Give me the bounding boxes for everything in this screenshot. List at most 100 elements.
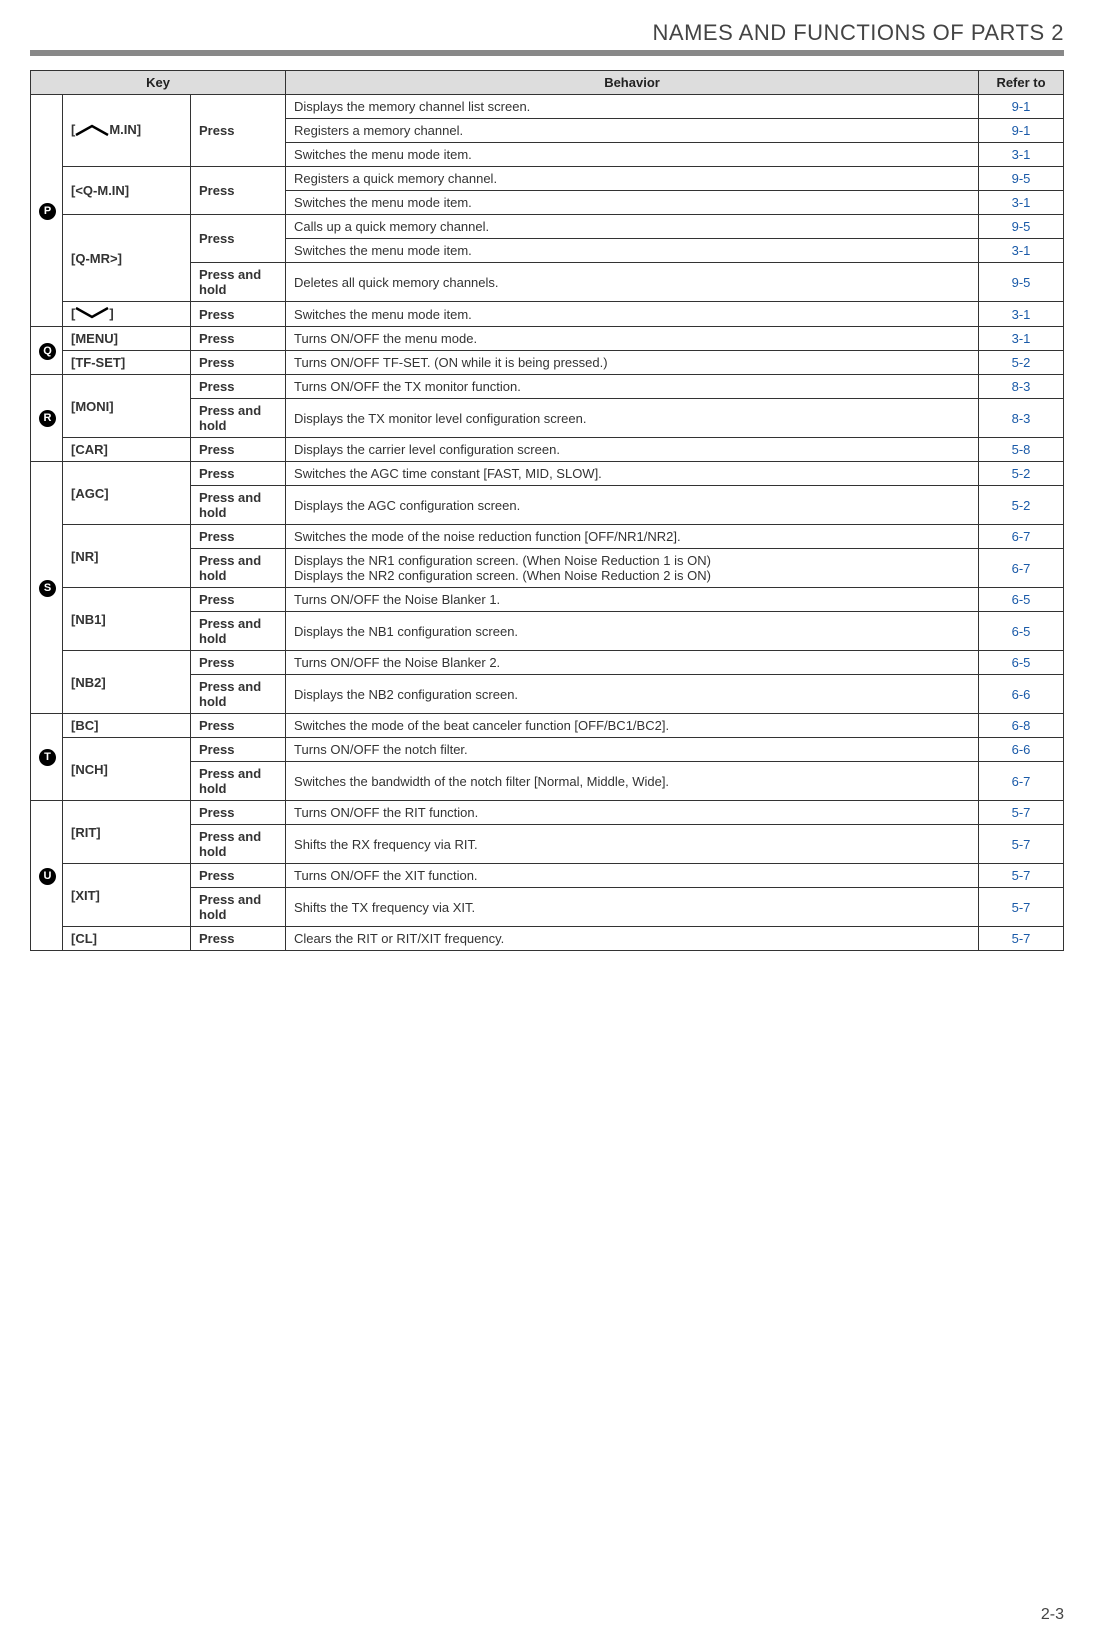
table-header-row: Key Behavior Refer to xyxy=(31,71,1064,95)
refer-link[interactable]: 6-6 xyxy=(979,675,1064,714)
behavior-cell: Deletes all quick memory channels. xyxy=(286,263,979,302)
key-label-cell: [NR] xyxy=(63,525,191,588)
key-label-cell: [AGC] xyxy=(63,462,191,525)
key-label-cell: [MONI] xyxy=(63,375,191,438)
behavior-cell: Switches the AGC time constant [FAST, MI… xyxy=(286,462,979,486)
behavior-cell: Turns ON/OFF the Noise Blanker 1. xyxy=(286,588,979,612)
table-row: Q[MENU]PressTurns ON/OFF the menu mode.3… xyxy=(31,327,1064,351)
refer-link[interactable]: 6-5 xyxy=(979,651,1064,675)
behavior-cell: Turns ON/OFF the RIT function. xyxy=(286,801,979,825)
group-badge-icon: R xyxy=(39,410,56,427)
refer-link[interactable]: 6-7 xyxy=(979,525,1064,549)
key-label-cell: [NB2] xyxy=(63,651,191,714)
behavior-cell: Clears the RIT or RIT/XIT frequency. xyxy=(286,927,979,951)
refer-link[interactable]: 5-7 xyxy=(979,864,1064,888)
key-label-suffix: ] xyxy=(109,306,113,321)
refer-link[interactable]: 5-2 xyxy=(979,351,1064,375)
refer-link[interactable]: 5-7 xyxy=(979,801,1064,825)
action-cell: Press and hold xyxy=(191,399,286,438)
behavior-cell: Shifts the TX frequency via XIT. xyxy=(286,888,979,927)
refer-link[interactable]: 3-1 xyxy=(979,239,1064,263)
table-row: [NR]PressSwitches the mode of the noise … xyxy=(31,525,1064,549)
table-row: U[RIT]PressTurns ON/OFF the RIT function… xyxy=(31,801,1064,825)
table-row: P[M.IN]PressDisplays the memory channel … xyxy=(31,95,1064,119)
key-label-suffix: M.IN] xyxy=(109,122,141,137)
page-number: 2-3 xyxy=(1041,1606,1064,1624)
group-badge-icon: U xyxy=(39,868,56,885)
table-row: [NB2]PressTurns ON/OFF the Noise Blanker… xyxy=(31,651,1064,675)
key-label-cell: [TF-SET] xyxy=(63,351,191,375)
behavior-cell: Turns ON/OFF the TX monitor function. xyxy=(286,375,979,399)
refer-link[interactable]: 5-2 xyxy=(979,462,1064,486)
behavior-cell: Displays the NB1 configuration screen. xyxy=(286,612,979,651)
table-row: R[MONI]PressTurns ON/OFF the TX monitor … xyxy=(31,375,1064,399)
refer-link[interactable]: 5-7 xyxy=(979,825,1064,864)
action-cell: Press xyxy=(191,95,286,167)
refer-link[interactable]: 9-1 xyxy=(979,119,1064,143)
key-label-cell: [CAR] xyxy=(63,438,191,462)
action-cell: Press and hold xyxy=(191,263,286,302)
refer-link[interactable]: 5-8 xyxy=(979,438,1064,462)
group-badge-cell: U xyxy=(31,801,63,951)
behavior-cell: Displays the AGC configuration screen. xyxy=(286,486,979,525)
table-row: [CL]PressClears the RIT or RIT/XIT frequ… xyxy=(31,927,1064,951)
arrow-down-icon xyxy=(75,307,109,322)
refer-link[interactable]: 5-7 xyxy=(979,927,1064,951)
refer-link[interactable]: 6-5 xyxy=(979,588,1064,612)
refer-link[interactable]: 6-6 xyxy=(979,738,1064,762)
action-cell: Press xyxy=(191,215,286,263)
behavior-cell: Displays the NR1 configuration screen. (… xyxy=(286,549,979,588)
action-cell: Press xyxy=(191,525,286,549)
refer-link[interactable]: 6-7 xyxy=(979,549,1064,588)
key-label-cell: [NB1] xyxy=(63,588,191,651)
refer-link[interactable]: 8-3 xyxy=(979,399,1064,438)
refer-link[interactable]: 3-1 xyxy=(979,327,1064,351)
key-label-cell: [M.IN] xyxy=(63,95,191,167)
behavior-cell: Displays the NB2 configuration screen. xyxy=(286,675,979,714)
table-row: S[AGC]PressSwitches the AGC time constan… xyxy=(31,462,1064,486)
refer-link[interactable]: 6-7 xyxy=(979,762,1064,801)
refer-link[interactable]: 9-1 xyxy=(979,95,1064,119)
refer-link[interactable]: 8-3 xyxy=(979,375,1064,399)
behavior-cell: Switches the menu mode item. xyxy=(286,143,979,167)
key-label-cell: [Q-MR>] xyxy=(63,215,191,302)
group-badge-cell: T xyxy=(31,714,63,801)
refer-link[interactable]: 5-2 xyxy=(979,486,1064,525)
refer-link[interactable]: 3-1 xyxy=(979,302,1064,327)
key-label-cell: [] xyxy=(63,302,191,327)
action-cell: Press xyxy=(191,864,286,888)
group-badge-cell: R xyxy=(31,375,63,462)
refer-link[interactable]: 6-5 xyxy=(979,612,1064,651)
action-cell: Press and hold xyxy=(191,549,286,588)
action-cell: Press xyxy=(191,588,286,612)
action-cell: Press xyxy=(191,927,286,951)
refer-link[interactable]: 9-5 xyxy=(979,263,1064,302)
table-row: [NB1]PressTurns ON/OFF the Noise Blanker… xyxy=(31,588,1064,612)
refer-link[interactable]: 6-8 xyxy=(979,714,1064,738)
parts-table: Key Behavior Refer to P[M.IN]PressDispla… xyxy=(30,70,1064,951)
action-cell: Press xyxy=(191,714,286,738)
action-cell: Press xyxy=(191,167,286,215)
page-title: NAMES AND FUNCTIONS OF PARTS 2 xyxy=(30,20,1064,46)
group-badge-icon: Q xyxy=(39,343,56,360)
table-row: [TF-SET]PressTurns ON/OFF TF-SET. (ON wh… xyxy=(31,351,1064,375)
table-row: [<Q-M.IN]PressRegisters a quick memory c… xyxy=(31,167,1064,191)
behavior-cell: Registers a quick memory channel. xyxy=(286,167,979,191)
table-row: [CAR]PressDisplays the carrier level con… xyxy=(31,438,1064,462)
refer-link[interactable]: 3-1 xyxy=(979,143,1064,167)
behavior-cell: Displays the TX monitor level configurat… xyxy=(286,399,979,438)
refer-link[interactable]: 3-1 xyxy=(979,191,1064,215)
action-cell: Press xyxy=(191,327,286,351)
refer-link[interactable]: 9-5 xyxy=(979,167,1064,191)
table-row: []PressSwitches the menu mode item.3-1 xyxy=(31,302,1064,327)
action-cell: Press and hold xyxy=(191,888,286,927)
behavior-cell: Turns ON/OFF the menu mode. xyxy=(286,327,979,351)
action-cell: Press xyxy=(191,375,286,399)
action-cell: Press and hold xyxy=(191,486,286,525)
behavior-cell: Turns ON/OFF the notch filter. xyxy=(286,738,979,762)
behavior-cell: Switches the menu mode item. xyxy=(286,239,979,263)
refer-link[interactable]: 9-5 xyxy=(979,215,1064,239)
refer-link[interactable]: 5-7 xyxy=(979,888,1064,927)
table-row: [NCH]PressTurns ON/OFF the notch filter.… xyxy=(31,738,1064,762)
behavior-cell: Shifts the RX frequency via RIT. xyxy=(286,825,979,864)
